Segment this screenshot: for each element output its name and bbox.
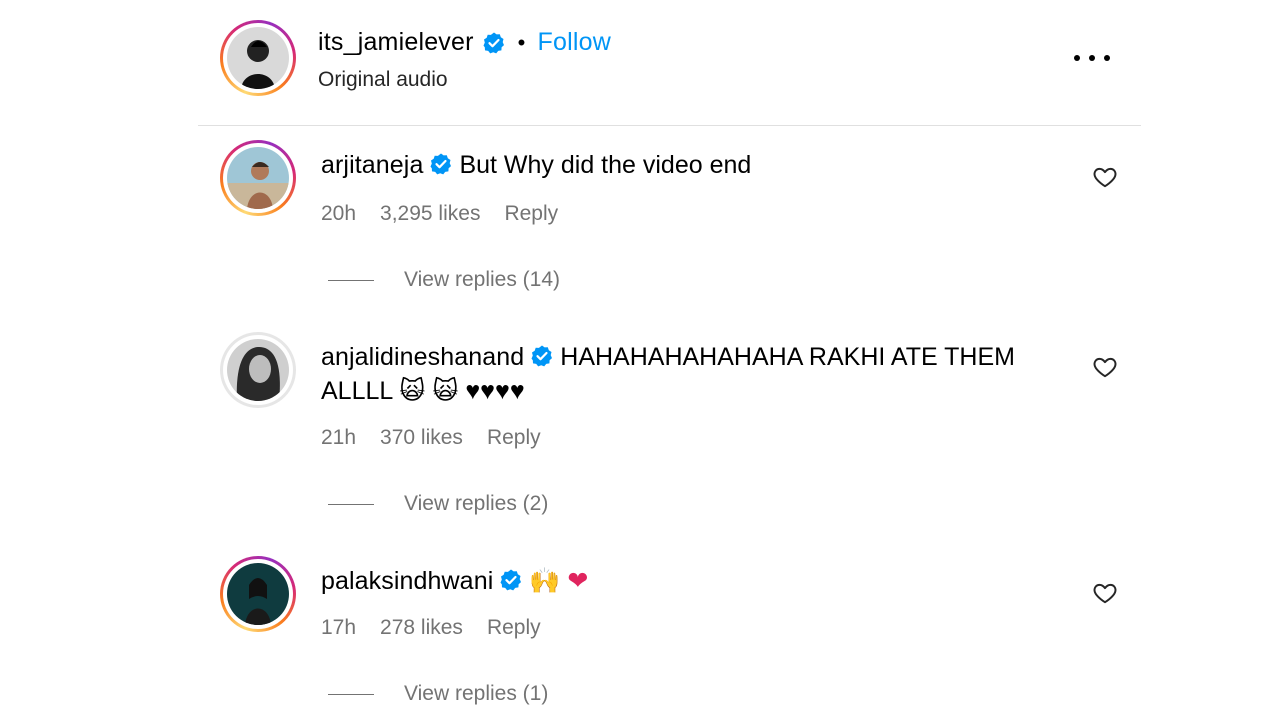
reply-button[interactable]: Reply [487,616,541,640]
view-replies-button[interactable]: View replies (1) [328,682,548,706]
comment-username[interactable]: arjitaneja [321,151,423,179]
reply-button[interactable]: Reply [504,202,558,226]
comment-username[interactable]: anjalidineshanand [321,343,524,371]
comment-text: But Why did the video end [459,151,752,179]
comment-username[interactable]: palaksindhwani [321,567,493,595]
comment-item: arjitaneja But Why did the video end 20h … [220,140,1140,300]
comment-time: 17h [321,616,357,639]
comment-likes[interactable]: 3,295 likes [380,202,480,226]
comment-item: anjalidineshanand HAHAHAHAHAHAHA RAKHI AT… [220,332,1140,522]
view-replies-button[interactable]: View replies (2) [328,492,548,516]
author-username[interactable]: its_jamielever [318,28,474,57]
verified-badge-icon [499,568,523,592]
comment-time: 20h [321,202,357,225]
comment-item: palaksindhwani 🙌 ❤ 17h 278 likes Reply Vi… [220,556,1140,720]
post-header: its_jamielever • Follow Original audio [220,20,1140,100]
follow-button[interactable]: Follow [538,28,611,57]
author-avatar[interactable] [220,20,296,96]
commenter-avatar[interactable] [220,332,296,408]
view-replies-label: View replies (2) [404,492,549,515]
like-heart-icon[interactable] [1092,164,1118,190]
like-heart-icon[interactable] [1092,354,1118,380]
verified-badge-icon [530,344,554,368]
comment-time: 21h [321,426,357,449]
view-replies-label: View replies (14) [404,268,561,291]
header-divider [198,125,1141,126]
more-horizontal-icon[interactable] [1074,46,1110,70]
replies-line [328,693,374,695]
like-heart-icon[interactable] [1092,580,1118,606]
verified-badge-icon [429,152,453,176]
comment-text: 🙌 ❤ [529,567,589,595]
commenter-avatar[interactable] [220,556,296,632]
view-replies-button[interactable]: View replies (14) [328,268,560,292]
commenter-avatar[interactable] [220,140,296,216]
separator-dot: • [517,29,526,55]
audio-label[interactable]: Original audio [318,68,448,92]
comment-likes[interactable]: 370 likes [380,426,463,450]
view-replies-label: View replies (1) [404,682,549,705]
replies-line [328,279,374,281]
verified-badge-icon [482,31,506,55]
replies-line [328,503,374,505]
comment-likes[interactable]: 278 likes [380,616,463,640]
reply-button[interactable]: Reply [487,426,541,450]
